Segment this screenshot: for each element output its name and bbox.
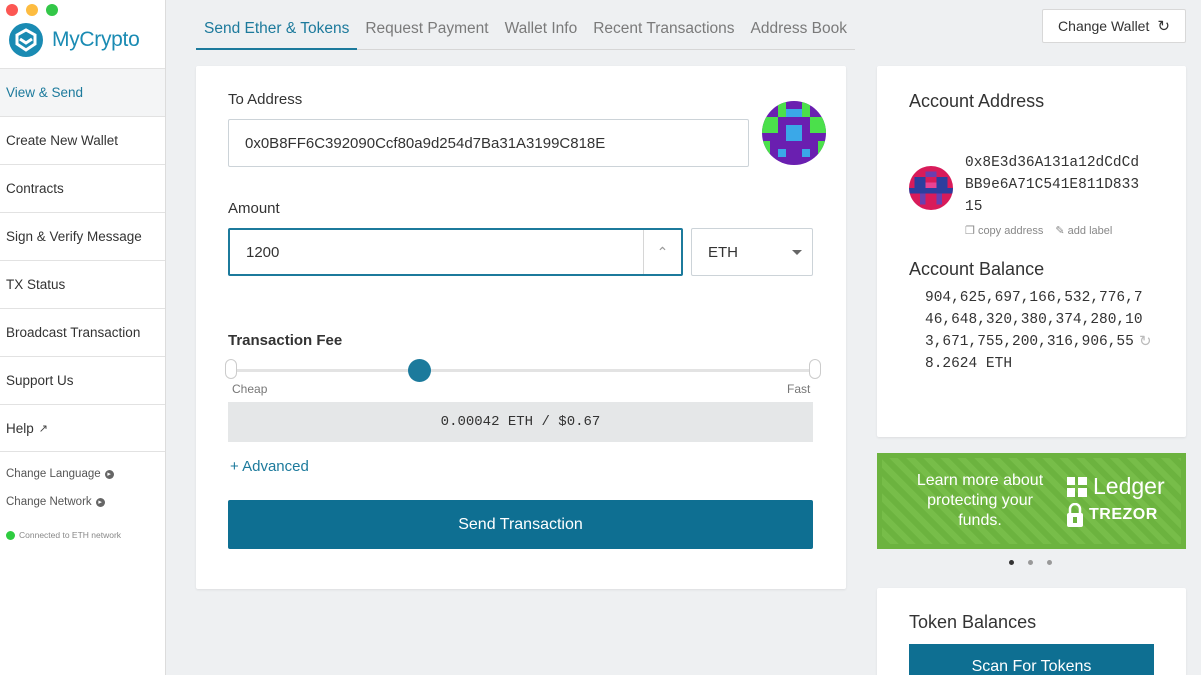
app-logo[interactable]: MyCrypto bbox=[8, 22, 140, 58]
arrow-right-icon: ▸ bbox=[95, 497, 105, 507]
network-status: Connected to ETH network bbox=[6, 530, 121, 540]
caret-down-icon bbox=[792, 250, 802, 255]
mycrypto-logo-icon bbox=[9, 23, 43, 57]
amount-input[interactable]: 1200 ⌃ bbox=[228, 228, 683, 276]
fee-slider-max-handle bbox=[809, 359, 821, 379]
sidebar-item-label: Sign & Verify Message bbox=[6, 229, 142, 244]
sidebar-item-label: TX Status bbox=[6, 277, 66, 292]
chevron-double-up-icon: ⌃ bbox=[656, 243, 669, 260]
sidebar-item-tx-status[interactable]: TX Status bbox=[0, 260, 165, 308]
main-tabs: Send Ether & Tokens Request Payment Wall… bbox=[196, 12, 856, 50]
fee-cheap-label: Cheap bbox=[232, 382, 268, 396]
token-balances-card: Token Balances Scan For Tokens bbox=[877, 588, 1186, 675]
send-transaction-button[interactable]: Send Transaction bbox=[228, 500, 813, 549]
tab-request-payment[interactable]: Request Payment bbox=[357, 12, 496, 49]
tab-recent-transactions[interactable]: Recent Transactions bbox=[585, 12, 742, 49]
sidebar-item-label: Create New Wallet bbox=[6, 133, 119, 148]
sidebar-item-label: View & Send bbox=[6, 85, 84, 100]
change-network-label: Change Network bbox=[6, 496, 92, 508]
close-window-button[interactable] bbox=[6, 4, 18, 16]
ledger-text: Ledger bbox=[1093, 473, 1165, 499]
sidebar-item-help[interactable]: Help ↗ bbox=[0, 404, 165, 452]
external-link-icon: ↗ bbox=[38, 422, 48, 435]
fee-slider-thumb[interactable] bbox=[407, 359, 431, 382]
recipient-identicon-icon bbox=[762, 101, 826, 165]
trezor-text: TREZOR bbox=[1089, 506, 1158, 523]
scan-for-tokens-button[interactable]: Scan For Tokens bbox=[909, 644, 1154, 675]
account-balance-title: Account Balance bbox=[909, 259, 1045, 279]
fee-slider-track[interactable] bbox=[233, 369, 815, 372]
fee-amount-display: 0.00042 ETH / $0.67 bbox=[228, 402, 813, 442]
network-status-text: Connected to ETH network bbox=[19, 530, 122, 540]
account-address-title: Account Address bbox=[909, 91, 1045, 111]
address-actions: ❐ copy address ✎ add label bbox=[965, 224, 1112, 237]
unit-select[interactable]: ETH bbox=[691, 228, 813, 276]
sidebar-item-broadcast[interactable]: Broadcast Transaction bbox=[0, 308, 165, 356]
sidebar-item-label: Broadcast Transaction bbox=[6, 325, 141, 340]
window-controls bbox=[6, 4, 58, 16]
transaction-fee-title: Transaction Fee bbox=[228, 332, 343, 349]
fee-amount-value: 0.00042 ETH / $0.67 bbox=[440, 414, 601, 430]
change-wallet-button[interactable]: Change Wallet ↻ bbox=[1042, 9, 1186, 43]
sidebar-item-label: Support Us bbox=[6, 373, 74, 388]
add-label-text: add label bbox=[1067, 225, 1113, 237]
carousel-dot[interactable] bbox=[1028, 560, 1033, 565]
change-language-label: Change Language bbox=[6, 468, 101, 480]
ledger-icon bbox=[1067, 476, 1087, 497]
send-everything-button[interactable]: ⌃ bbox=[643, 230, 681, 274]
promo-text: Learn more about protecting your funds. bbox=[916, 472, 1044, 529]
sidebar-nav: View & Send Create New Wallet Contracts … bbox=[0, 68, 165, 452]
pencil-icon: ✎ bbox=[1055, 225, 1065, 237]
to-address-label: To Address bbox=[228, 91, 303, 108]
change-network-link[interactable]: Change Network ▸ bbox=[6, 496, 105, 508]
change-wallet-label: Change Wallet bbox=[1058, 18, 1150, 34]
sidebar-item-view-send[interactable]: View & Send bbox=[0, 68, 165, 116]
sidebar: MyCrypto View & Send Create New Wallet C… bbox=[0, 0, 166, 675]
fee-fast-label: Fast bbox=[787, 382, 811, 396]
to-address-input[interactable]: 0x0B8FF6C392090Ccf80a9d254d7Ba31A3199C81… bbox=[228, 119, 749, 167]
sidebar-item-support[interactable]: Support Us bbox=[0, 356, 165, 404]
ledger-logo: Ledger bbox=[1067, 473, 1165, 500]
copy-address-button[interactable]: ❐ copy address bbox=[965, 224, 1043, 237]
to-address-value: 0x0B8FF6C392090Ccf80a9d254d7Ba31A3199C81… bbox=[245, 134, 606, 152]
status-dot-icon bbox=[6, 530, 15, 540]
token-balances-title: Token Balances bbox=[909, 612, 1037, 632]
account-identicon-icon bbox=[909, 166, 953, 210]
carousel-dot[interactable] bbox=[1047, 560, 1052, 565]
sidebar-item-sign-verify[interactable]: Sign & Verify Message bbox=[0, 212, 165, 260]
add-label-button[interactable]: ✎ add label bbox=[1055, 224, 1112, 237]
zoom-window-button[interactable] bbox=[46, 4, 58, 16]
account-address-value: 0x8E3d36A131a12dCdCdBB9e6A71C541E811D833… bbox=[965, 155, 1140, 215]
sidebar-item-label: Contracts bbox=[6, 181, 64, 196]
lock-icon bbox=[1067, 503, 1083, 527]
hardware-wallet-promo[interactable]: Learn more about protecting your funds. … bbox=[877, 453, 1186, 549]
advanced-toggle-link[interactable]: + Advanced bbox=[230, 458, 309, 475]
tab-send[interactable]: Send Ether & Tokens bbox=[196, 12, 358, 50]
tab-wallet-info[interactable]: Wallet Info bbox=[497, 12, 586, 49]
sidebar-item-contracts[interactable]: Contracts bbox=[0, 164, 165, 212]
tab-address-book[interactable]: Address Book bbox=[743, 12, 856, 49]
copy-icon: ❐ bbox=[965, 225, 975, 237]
account-balance-value: 904,625,697,166,532,776,746,648,320,380,… bbox=[925, 290, 1143, 372]
promo-carousel-dots bbox=[1009, 560, 1052, 565]
amount-value: 1200 bbox=[246, 243, 280, 261]
refresh-balance-icon[interactable]: ↻ bbox=[1139, 332, 1152, 350]
amount-label: Amount bbox=[228, 200, 280, 217]
send-form-card: To Address 0x0B8FF6C392090Ccf80a9d254d7B… bbox=[196, 66, 846, 589]
refresh-icon: ↻ bbox=[1157, 18, 1170, 35]
carousel-dot[interactable] bbox=[1009, 560, 1014, 565]
app-logo-text: MyCrypto bbox=[52, 28, 140, 51]
trezor-logo: TREZOR bbox=[1067, 503, 1158, 527]
arrow-right-icon: ▸ bbox=[104, 469, 114, 479]
minimize-window-button[interactable] bbox=[26, 4, 38, 16]
sidebar-item-label: Help bbox=[6, 420, 34, 436]
account-info-card: Account Address 0x8E3d36A131a12dCdCdBB9e… bbox=[877, 66, 1186, 437]
fee-slider-min-handle bbox=[225, 359, 237, 379]
change-language-link[interactable]: Change Language ▸ bbox=[6, 468, 114, 480]
copy-address-label: copy address bbox=[977, 225, 1044, 237]
sidebar-item-create-wallet[interactable]: Create New Wallet bbox=[0, 116, 165, 164]
unit-value: ETH bbox=[708, 243, 738, 261]
